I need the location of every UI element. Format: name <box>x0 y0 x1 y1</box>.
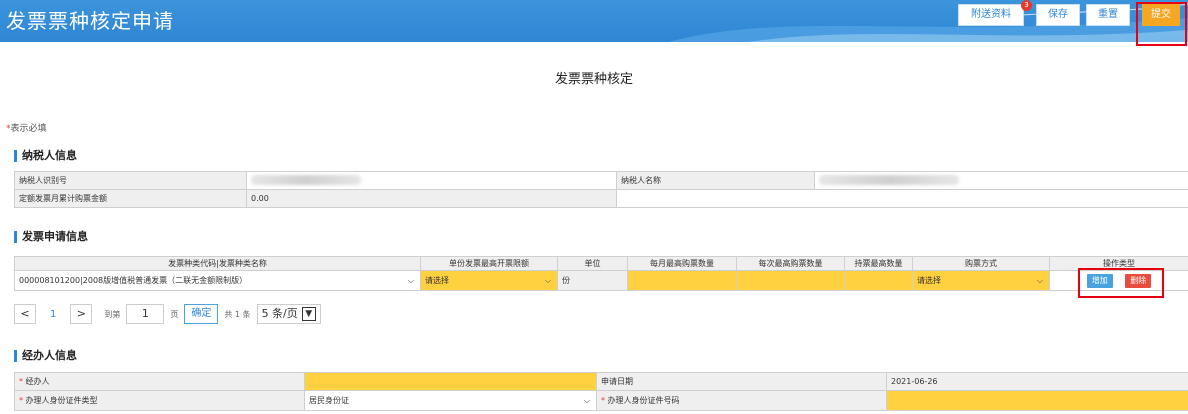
attach-count-badge: 3 <box>1021 0 1032 11</box>
id-number-input[interactable] <box>886 390 1188 411</box>
chevron-down-icon: ⌵ <box>583 395 590 405</box>
total-count: 共 1 条 <box>224 309 251 319</box>
apply-date-label: 申请日期 <box>596 372 887 391</box>
monthly-amount-value: 0.00 <box>246 189 617 208</box>
highlight-box-operation <box>1078 268 1164 298</box>
required-star: * <box>19 377 23 386</box>
required-star: * <box>601 396 605 405</box>
goto-label: 到第 <box>104 309 121 319</box>
next-page-button[interactable]: > <box>70 304 93 324</box>
chevron-down-icon: ▼ <box>301 307 316 321</box>
monthly-max-input[interactable] <box>627 270 737 291</box>
taxpayer-name-label: 纳税人名称 <box>616 171 815 190</box>
taxpayer-name-value <box>814 171 1188 190</box>
per-time-max-input[interactable] <box>736 270 845 291</box>
taxpayer-id-label: 纳税人识别号 <box>14 171 247 190</box>
chevron-down-icon: ⌵ <box>1036 275 1043 285</box>
col-monthly-max: 每月最高购票数量 <box>627 256 737 271</box>
chevron-down-icon: ⌵ <box>544 275 551 285</box>
col-per-time-max: 每次最高购票数量 <box>736 256 845 271</box>
taxpayer-id-value <box>246 171 617 190</box>
id-type-value: 居民身份证 <box>309 396 349 405</box>
agent-label-text: 经办人 <box>25 377 50 386</box>
page-size-value: 5 条/页 <box>261 307 298 320</box>
id-type-label: * 办理人身份证件类型 <box>14 390 305 411</box>
id-number-label: * 办理人身份证件号码 <box>596 390 887 411</box>
goto-confirm-button[interactable]: 确定 <box>184 304 219 324</box>
redacted-taxpayer-id <box>251 174 361 185</box>
col-purchase-method: 购票方式 <box>912 256 1050 271</box>
chevron-down-icon: ⌵ <box>407 275 414 285</box>
col-max-limit: 单份发票最高开票限额 <box>420 256 558 271</box>
purchase-method-value: 请选择 <box>917 276 941 285</box>
agent-label: * 经办人 <box>14 372 305 391</box>
form-title: 发票票种核定 <box>554 72 633 87</box>
highlight-box-submit <box>1136 2 1187 46</box>
current-page-number[interactable]: 1 <box>42 309 64 320</box>
invoice-type-value: 000008101200|2008版增值税普通发票（二联无金额限制版） <box>19 276 248 285</box>
max-limit-select[interactable]: 请选择 ⌵ <box>420 270 558 291</box>
col-unit: 单位 <box>557 256 628 271</box>
invoice-table: 发票种类代码|发票种类名称 单份发票最高开票限额 单位 每月最高购票数量 每次最… <box>14 256 1188 291</box>
apply-date-value: 2021-06-26 <box>886 372 1188 391</box>
save-button[interactable]: 保存 <box>1036 4 1080 26</box>
page-header-title: 发票票种核定申请 <box>6 9 174 33</box>
monthly-amount-label: 定额发票月累计购票金额 <box>14 189 247 208</box>
page-size-select[interactable]: 5 条/页 ▼ <box>256 304 321 324</box>
required-star: * <box>19 396 23 405</box>
col-max-hold: 持票最高数量 <box>844 256 913 271</box>
taxpayer-table: 纳税人识别号 纳税人名称 定额发票月累计购票金额 0.00 <box>14 171 1188 208</box>
id-number-label-text: 办理人身份证件号码 <box>607 396 680 405</box>
section-invoice-title: 发票申请信息 <box>14 231 88 243</box>
page-unit-label: 页 <box>170 309 179 319</box>
invoice-type-select[interactable]: 000008101200|2008版增值税普通发票（二联无金额限制版） ⌵ <box>14 270 421 291</box>
max-limit-value: 请选择 <box>425 276 449 285</box>
col-invoice-type: 发票种类代码|发票种类名称 <box>14 256 421 271</box>
id-type-select[interactable]: 居民身份证 ⌵ <box>304 390 597 411</box>
goto-page-input[interactable]: 1 <box>126 304 165 324</box>
pagination: < 1 > 到第 1 页 确定 共 1 条 5 条/页 ▼ <box>14 303 321 325</box>
agent-table: * 经办人 申请日期 2021-06-26 * 办理人身份证件类型 居民身份证 … <box>14 372 1188 411</box>
section-agent-title: 经办人信息 <box>14 350 77 362</box>
required-note-text: 表示必填 <box>10 124 47 134</box>
required-note: *表示必填 <box>6 121 47 134</box>
prev-page-button[interactable]: < <box>14 304 36 324</box>
reset-button[interactable]: 重置 <box>1086 4 1130 26</box>
id-type-label-text: 办理人身份证件类型 <box>25 396 98 405</box>
unit-value: 份 <box>557 270 628 291</box>
section-taxpayer-title: 纳税人信息 <box>14 150 77 162</box>
table-row: 000008101200|2008版增值税普通发票（二联无金额限制版） ⌵ 请选… <box>14 270 1188 291</box>
attach-documents-button[interactable]: 附送资料 <box>958 4 1024 26</box>
empty-cell <box>616 189 1188 208</box>
purchase-method-select[interactable]: 请选择 ⌵ <box>912 270 1050 291</box>
agent-input[interactable] <box>304 372 597 391</box>
max-hold-input[interactable] <box>844 270 913 291</box>
redacted-taxpayer-name <box>819 174 959 185</box>
